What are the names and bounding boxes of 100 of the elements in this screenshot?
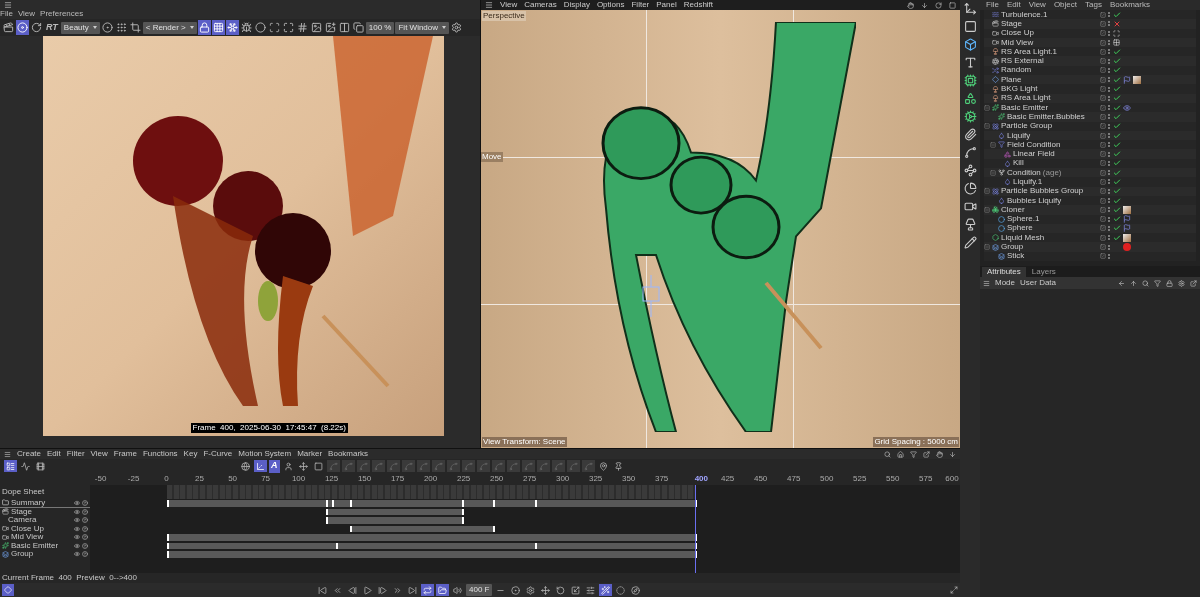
track-name[interactable]: Group bbox=[11, 550, 34, 559]
object-name[interactable]: Sphere bbox=[1007, 224, 1033, 233]
menu-item[interactable]: View bbox=[90, 450, 108, 458]
track-name[interactable]: Basic Emitter bbox=[11, 541, 59, 550]
grid-spacing-label: Grid Spacing : 5000 cm bbox=[873, 437, 959, 447]
ruler-label: 0 bbox=[164, 475, 169, 483]
panel-title: Dope Sheet bbox=[1, 486, 46, 498]
value-field[interactable]: 100 % bbox=[365, 21, 395, 34]
object-name[interactable]: RS External bbox=[1001, 57, 1044, 66]
menu-item[interactable]: Options bbox=[596, 1, 625, 9]
menu-item[interactable]: Bookmarks bbox=[328, 450, 369, 458]
track-name[interactable]: Stage bbox=[11, 507, 32, 516]
menu-item[interactable]: Display bbox=[563, 1, 590, 9]
object-name[interactable]: Liquid Mesh bbox=[1001, 233, 1045, 242]
object-name[interactable]: Linear Field bbox=[1013, 150, 1055, 159]
menu-item[interactable]: Tags bbox=[1085, 1, 1102, 9]
ruler-label: 275 bbox=[522, 475, 537, 483]
menu-item[interactable]: Edit bbox=[1006, 1, 1021, 9]
ruler-label: 375 bbox=[654, 475, 669, 483]
ruler-label: 450 bbox=[753, 475, 768, 483]
menu-item[interactable]: Filter bbox=[66, 450, 85, 458]
ruler-label: 250 bbox=[489, 475, 504, 483]
object-name[interactable]: Random bbox=[1001, 66, 1032, 75]
ruler-label: 475 bbox=[787, 475, 801, 483]
menu-item[interactable]: Create bbox=[17, 450, 41, 458]
track-name[interactable]: Summary bbox=[11, 498, 46, 507]
menu-item[interactable]: Cameras bbox=[524, 1, 557, 9]
object-name[interactable]: Kill bbox=[1013, 159, 1024, 168]
object-name[interactable]: Liquify.1 bbox=[1013, 178, 1043, 186]
ruler-label: 100 bbox=[291, 475, 306, 483]
menu-item[interactable]: User Data bbox=[1020, 279, 1057, 287]
track-name[interactable]: Close Up bbox=[11, 524, 44, 533]
menu-item[interactable]: Key bbox=[183, 450, 198, 458]
track-name[interactable]: Camera bbox=[8, 516, 37, 525]
dropdown[interactable]: Beauty bbox=[60, 21, 100, 34]
object-name[interactable]: Mid View bbox=[1001, 38, 1034, 47]
dropdown[interactable]: < Render > bbox=[142, 21, 197, 34]
object-name[interactable]: Cloner bbox=[1001, 205, 1025, 214]
menu-item[interactable]: Mode bbox=[995, 279, 1015, 287]
ruler-label: 425 bbox=[720, 475, 735, 483]
ruler-label: 400 bbox=[694, 475, 708, 483]
menu-item[interactable]: Motion System bbox=[238, 450, 292, 458]
ruler-label: 575 bbox=[919, 475, 933, 483]
camera-label: Perspective bbox=[482, 11, 526, 21]
menu-item[interactable]: Object bbox=[1053, 1, 1077, 9]
ruler-label: 75 bbox=[261, 475, 271, 483]
menu-item[interactable]: File bbox=[0, 10, 13, 18]
toggle-button[interactable]: RT bbox=[44, 21, 60, 34]
menu-item[interactable]: View bbox=[1028, 1, 1046, 9]
ruler-label: -25 bbox=[127, 475, 140, 483]
object-name[interactable]: Plane bbox=[1001, 75, 1022, 84]
menu-item[interactable]: Bookmarks bbox=[1109, 1, 1150, 9]
menu-item[interactable]: Redshift bbox=[683, 1, 714, 9]
menu-item[interactable]: Frame bbox=[113, 450, 137, 458]
value-field[interactable]: 400 F bbox=[466, 584, 493, 596]
ruler-label: -50 bbox=[94, 475, 107, 483]
menu-item[interactable]: F-Curve bbox=[203, 450, 233, 458]
ruler-label: 550 bbox=[886, 475, 900, 483]
menu-item[interactable]: Functions bbox=[142, 450, 178, 458]
panel-tab[interactable]: Layers bbox=[1026, 267, 1061, 277]
ruler-label: 175 bbox=[390, 475, 405, 483]
object-name[interactable]: Close Up bbox=[1001, 29, 1034, 38]
ruler-label: 350 bbox=[621, 475, 636, 483]
panel-tab[interactable]: Attributes bbox=[982, 267, 1026, 277]
tool-label: Move bbox=[481, 152, 503, 162]
object-name[interactable]: Basic Emitter bbox=[1001, 103, 1049, 112]
object-name[interactable]: Turbulence.1 bbox=[1001, 10, 1048, 19]
track-name[interactable]: Mid View bbox=[11, 533, 44, 542]
menu-item[interactable]: View bbox=[500, 1, 518, 9]
menu-item[interactable]: Marker bbox=[297, 450, 323, 458]
time-ruler[interactable]: -50 -25 0 25 50 75 100 125 150 175 200 225 250 275 300 325 350 375 400 425 450 475 500 525 550 575 600 bbox=[90, 473, 960, 485]
ruler-label: 325 bbox=[588, 475, 603, 483]
view-transform-label: View Transform: Scene bbox=[482, 437, 567, 447]
menu-item[interactable]: Edit bbox=[47, 450, 61, 458]
object-note: (age) bbox=[1042, 168, 1062, 177]
object-name[interactable]: Stage bbox=[1001, 19, 1022, 28]
menu-item[interactable]: File bbox=[986, 1, 999, 9]
toggle-button[interactable]: A bbox=[269, 459, 280, 473]
menu-item[interactable]: Preferences bbox=[40, 10, 84, 18]
ruler-label: 125 bbox=[324, 475, 339, 483]
dropdown[interactable]: Fit Window bbox=[395, 21, 450, 34]
viewport-canvas[interactable]: Perspective Move View Transform: Scene Grid Spacing : 5000 cm bbox=[481, 10, 960, 448]
menu-item[interactable]: Filter bbox=[631, 1, 650, 9]
object-name[interactable]: Condition bbox=[1007, 168, 1041, 177]
ruler-label: 200 bbox=[423, 475, 438, 483]
object-name[interactable]: Stick bbox=[1007, 252, 1025, 261]
ruler-label: 500 bbox=[820, 475, 834, 483]
ruler-label: 50 bbox=[228, 475, 238, 483]
menu-item[interactable]: View bbox=[17, 10, 36, 18]
ruler-label: 25 bbox=[195, 475, 204, 483]
ruler-label: 225 bbox=[456, 475, 471, 483]
ruler-label: 300 bbox=[555, 475, 570, 483]
ruler-label: 150 bbox=[357, 475, 372, 483]
menu-item[interactable]: Panel bbox=[656, 1, 677, 9]
ruler-label: 525 bbox=[853, 475, 867, 483]
object-name[interactable]: BKG Light bbox=[1001, 85, 1038, 93]
object-name[interactable]: Sphere.1 bbox=[1007, 215, 1040, 224]
object-name[interactable]: Group bbox=[1001, 243, 1024, 252]
object-name[interactable]: Liquify bbox=[1007, 131, 1031, 140]
ruler-label: 600 bbox=[945, 475, 959, 483]
